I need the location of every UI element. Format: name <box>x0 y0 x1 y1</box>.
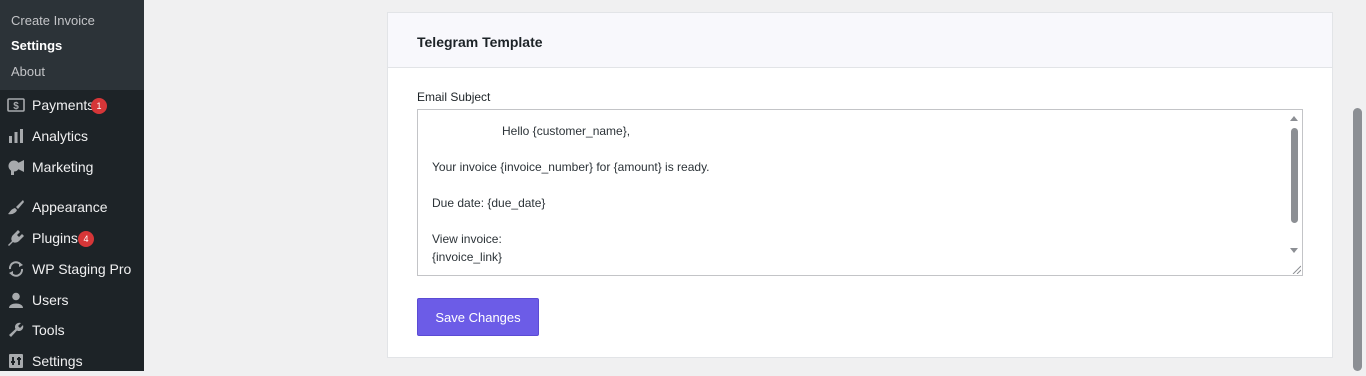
sidebar-item-label: Users <box>32 292 69 308</box>
sidebar-item-appearance[interactable]: Appearance <box>0 192 144 222</box>
sidebar-item-tools[interactable]: Tools <box>0 315 144 345</box>
admin-sidebar: Create Invoice Settings About $ Payments… <box>0 0 144 371</box>
sidebar-item-label: Tools <box>32 322 65 338</box>
sidebar-item-label: WP Staging Pro <box>32 261 132 277</box>
plugin-icon <box>8 230 24 246</box>
megaphone-icon <box>8 160 24 175</box>
sidebar-item-settings[interactable]: Settings <box>0 346 144 376</box>
email-subject-label: Email Subject <box>417 90 491 104</box>
card-header: Telegram Template <box>388 13 1332 68</box>
paintbrush-icon <box>8 200 24 215</box>
sidebar-item-label: Appearance <box>32 199 108 215</box>
textarea-line: View invoice: <box>432 232 502 246</box>
telegram-template-card: Telegram Template Email Subject Hello {c… <box>387 12 1333 358</box>
svg-text:$: $ <box>13 101 19 112</box>
dollar-icon: $ <box>7 98 25 112</box>
scroll-down-arrow-icon[interactable] <box>1290 248 1298 253</box>
wrench-icon <box>9 322 24 337</box>
sidebar-item-payments[interactable]: $ Payments 1 <box>0 90 144 120</box>
textarea-line: Hello {customer_name}, <box>502 124 631 138</box>
textarea-scrollbar[interactable] <box>1287 110 1302 275</box>
resize-handle-icon[interactable] <box>1291 264 1301 274</box>
submenu-settings[interactable]: Settings <box>11 38 62 54</box>
sidebar-item-label: Marketing <box>32 159 94 175</box>
template-textarea[interactable]: Hello {customer_name}, Your invoice {inv… <box>417 109 1303 276</box>
sidebar-item-wp-staging-pro[interactable]: WP Staging Pro <box>0 254 144 284</box>
page-scrollbar-thumb[interactable] <box>1353 108 1362 371</box>
settings-icon <box>9 354 23 368</box>
sidebar-item-analytics[interactable]: Analytics <box>0 121 144 151</box>
user-icon <box>9 292 23 308</box>
sidebar-item-plugins[interactable]: Plugins 4 <box>0 223 144 253</box>
staging-icon <box>8 261 24 277</box>
sidebar-item-marketing[interactable]: Marketing <box>0 152 144 182</box>
sidebar-item-label: Payments <box>32 97 95 113</box>
sidebar-item-label: Analytics <box>32 128 89 144</box>
sidebar-item-users[interactable]: Users <box>0 285 144 315</box>
scroll-up-arrow-icon[interactable] <box>1290 116 1298 121</box>
bar-chart-icon <box>9 129 23 143</box>
save-changes-button[interactable]: Save Changes <box>417 298 539 336</box>
sidebar-item-label: Settings <box>32 353 83 369</box>
notification-badge: 1 <box>91 98 107 114</box>
notification-badge: 4 <box>78 231 94 247</box>
scrollbar-thumb[interactable] <box>1291 128 1298 223</box>
submenu-create-invoice[interactable]: Create Invoice <box>11 13 95 29</box>
invoice-submenu: Create Invoice Settings About <box>0 0 144 90</box>
card-title: Telegram Template <box>417 34 543 50</box>
page-scrollbar[interactable] <box>1349 0 1366 371</box>
textarea-line: Due date: {due_date} <box>432 196 546 210</box>
textarea-line: Your invoice {invoice_number} for {amoun… <box>432 160 710 174</box>
submenu-about[interactable]: About <box>11 64 45 80</box>
textarea-line: {invoice_link} <box>432 250 503 264</box>
sidebar-item-label: Plugins <box>32 230 78 246</box>
